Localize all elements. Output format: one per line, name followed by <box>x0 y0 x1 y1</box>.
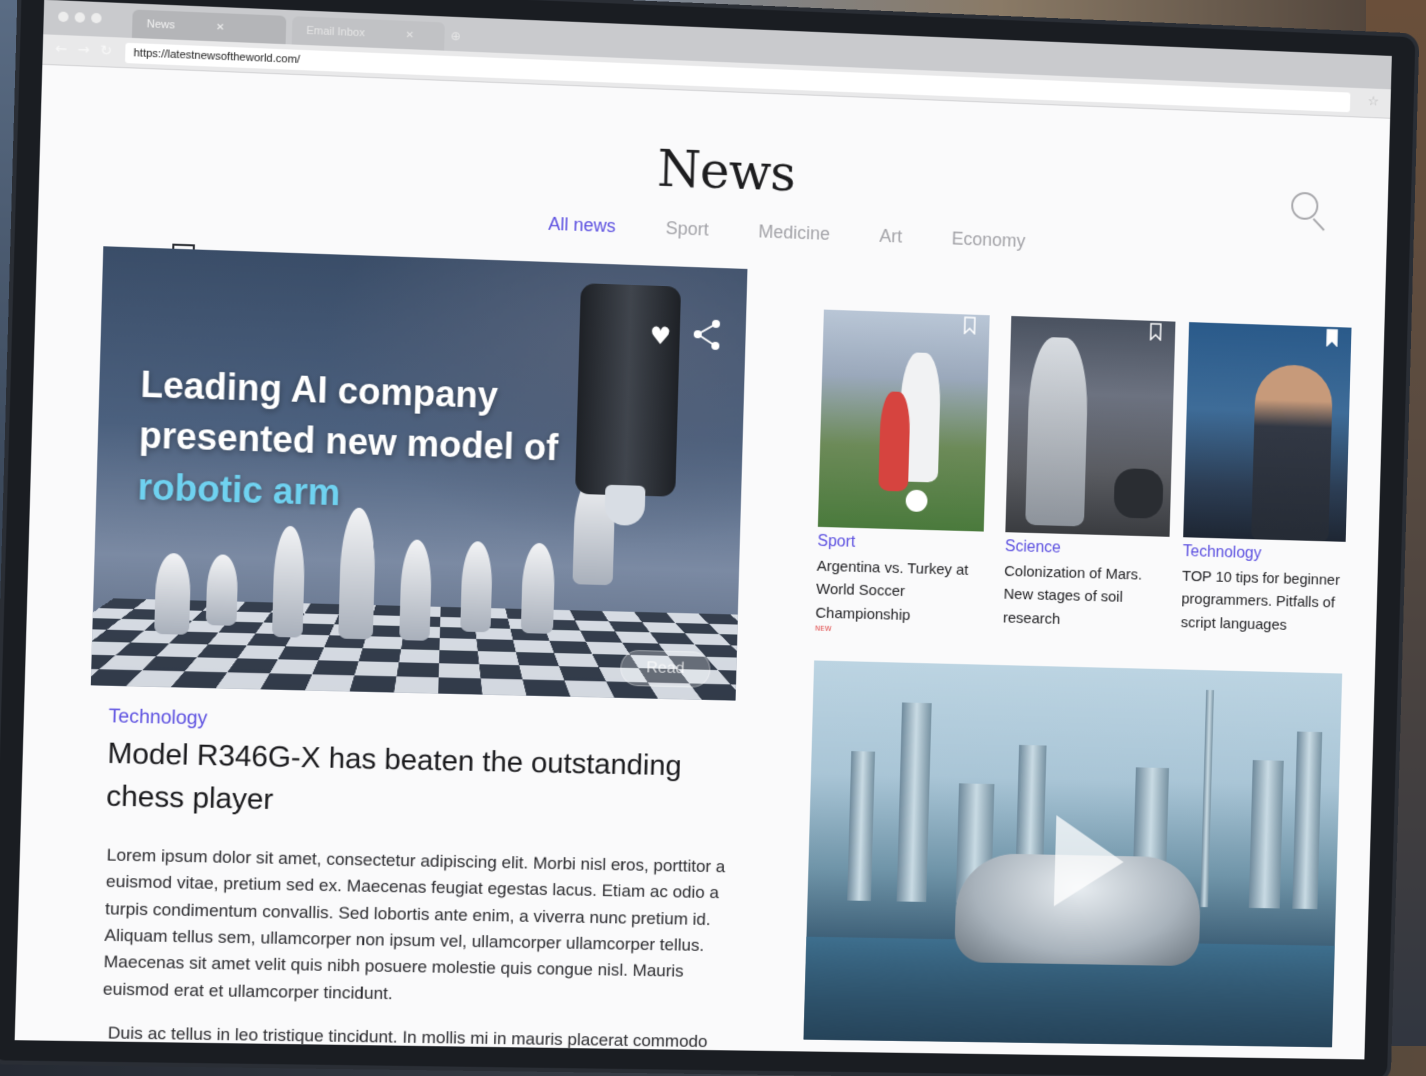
chess-piece <box>205 554 239 626</box>
close-window-button[interactable] <box>58 11 69 23</box>
bookmark-icon[interactable] <box>964 316 976 334</box>
screen: News ✕ Email Inbox ✕ ⊕ ← → ↻ https://lat… <box>14 0 1392 1060</box>
news-card-technology[interactable]: Technology TOP 10 tips for beginner prog… <box>1181 322 1352 638</box>
minimize-window-button[interactable] <box>74 12 86 23</box>
card-category[interactable]: Sport <box>817 533 983 556</box>
monitor: News ✕ Email Inbox ✕ ⊕ ← → ↻ https://lat… <box>0 0 1416 1076</box>
card-title[interactable]: Colonization of Mars. New stages of soil… <box>1003 560 1169 633</box>
chess-piece <box>460 540 494 633</box>
hero-banner[interactable]: Leading AI company presented new model o… <box>90 246 748 701</box>
article-body-continued: Duis ac tellus in leo tristique tincidun… <box>107 1023 708 1052</box>
new-tab-icon[interactable]: ⊕ <box>450 29 461 44</box>
skyscraper-image <box>1248 760 1284 909</box>
maximize-window-button[interactable] <box>91 12 102 24</box>
science-thumbnail <box>1005 315 1176 537</box>
astronaut-image <box>1025 336 1090 527</box>
close-tab-icon[interactable]: ✕ <box>405 29 414 40</box>
play-icon[interactable] <box>1053 815 1125 908</box>
search-icon-ring <box>1290 191 1319 221</box>
programmer-image <box>1251 363 1334 542</box>
skyscraper-image <box>896 702 932 902</box>
reload-icon[interactable]: ↻ <box>100 43 113 60</box>
chess-piece <box>271 525 306 638</box>
skyscraper-image <box>847 751 876 901</box>
bookmark-icon[interactable] <box>1150 323 1162 341</box>
window-controls <box>58 11 102 24</box>
search-icon-handle <box>1312 218 1325 231</box>
bookmark-icon[interactable] <box>1326 329 1338 347</box>
tab-label: News <box>146 18 176 32</box>
category-nav: All news Sport Medicine Art Economy <box>548 214 1026 252</box>
share-icon[interactable] <box>689 317 724 352</box>
nav-item-art[interactable]: Art <box>879 226 902 248</box>
article-title[interactable]: Model R346G-X has beaten the outstanding… <box>106 732 736 830</box>
chess-piece <box>154 552 192 635</box>
news-card-sport[interactable]: Sport Argentina vs. Turkey at World Socc… <box>815 309 990 637</box>
card-category[interactable]: Technology <box>1183 543 1346 565</box>
heart-icon[interactable]: ♥ <box>649 322 671 351</box>
bookmark-star-icon[interactable]: ☆ <box>1368 94 1380 109</box>
news-card-science[interactable]: Science Colonization of Mars. New stages… <box>1003 315 1176 633</box>
card-category[interactable]: Science <box>1005 538 1170 560</box>
video-player[interactable] <box>803 660 1343 1048</box>
soccer-player-image <box>878 391 911 492</box>
nav-item-medicine[interactable]: Medicine <box>758 221 830 245</box>
chess-piece <box>399 539 433 641</box>
news-page: News All news Sport Medicine Art Economy <box>15 65 1390 1060</box>
spire-image <box>1200 689 1214 908</box>
rover-image <box>1113 467 1164 519</box>
card-title[interactable]: TOP 10 tips for beginner programmers. Pi… <box>1181 565 1346 638</box>
close-tab-icon[interactable]: ✕ <box>216 22 225 33</box>
chess-piece <box>338 507 377 640</box>
article-category[interactable]: Technology <box>108 706 207 731</box>
search-icon[interactable] <box>1290 191 1330 235</box>
robotic-arm-image <box>575 283 682 497</box>
hero-title: Leading AI company presented new model o… <box>137 359 568 525</box>
technology-thumbnail <box>1183 322 1352 542</box>
read-button[interactable]: Read <box>619 649 711 688</box>
nav-item-sport[interactable]: Sport <box>665 218 709 241</box>
nav-buttons: ← → ↻ <box>55 41 112 60</box>
soccer-ball-image <box>905 489 928 513</box>
nav-item-economy[interactable]: Economy <box>951 228 1025 252</box>
tab-label: Email Inbox <box>306 24 366 40</box>
robotic-claw-image <box>604 484 646 526</box>
nav-item-all-news[interactable]: All news <box>548 214 616 238</box>
forward-arrow-icon[interactable]: → <box>77 42 90 59</box>
sport-thumbnail <box>817 309 990 532</box>
card-title[interactable]: Argentina vs. Turkey at World Soccer Cha… <box>815 555 983 629</box>
chess-piece <box>520 542 556 634</box>
back-arrow-icon[interactable]: ← <box>55 41 68 58</box>
site-title: News <box>656 139 796 203</box>
article-body: Lorem ipsum dolor sit amet, consectetur … <box>102 845 726 1003</box>
skyscraper-image <box>1292 731 1323 910</box>
